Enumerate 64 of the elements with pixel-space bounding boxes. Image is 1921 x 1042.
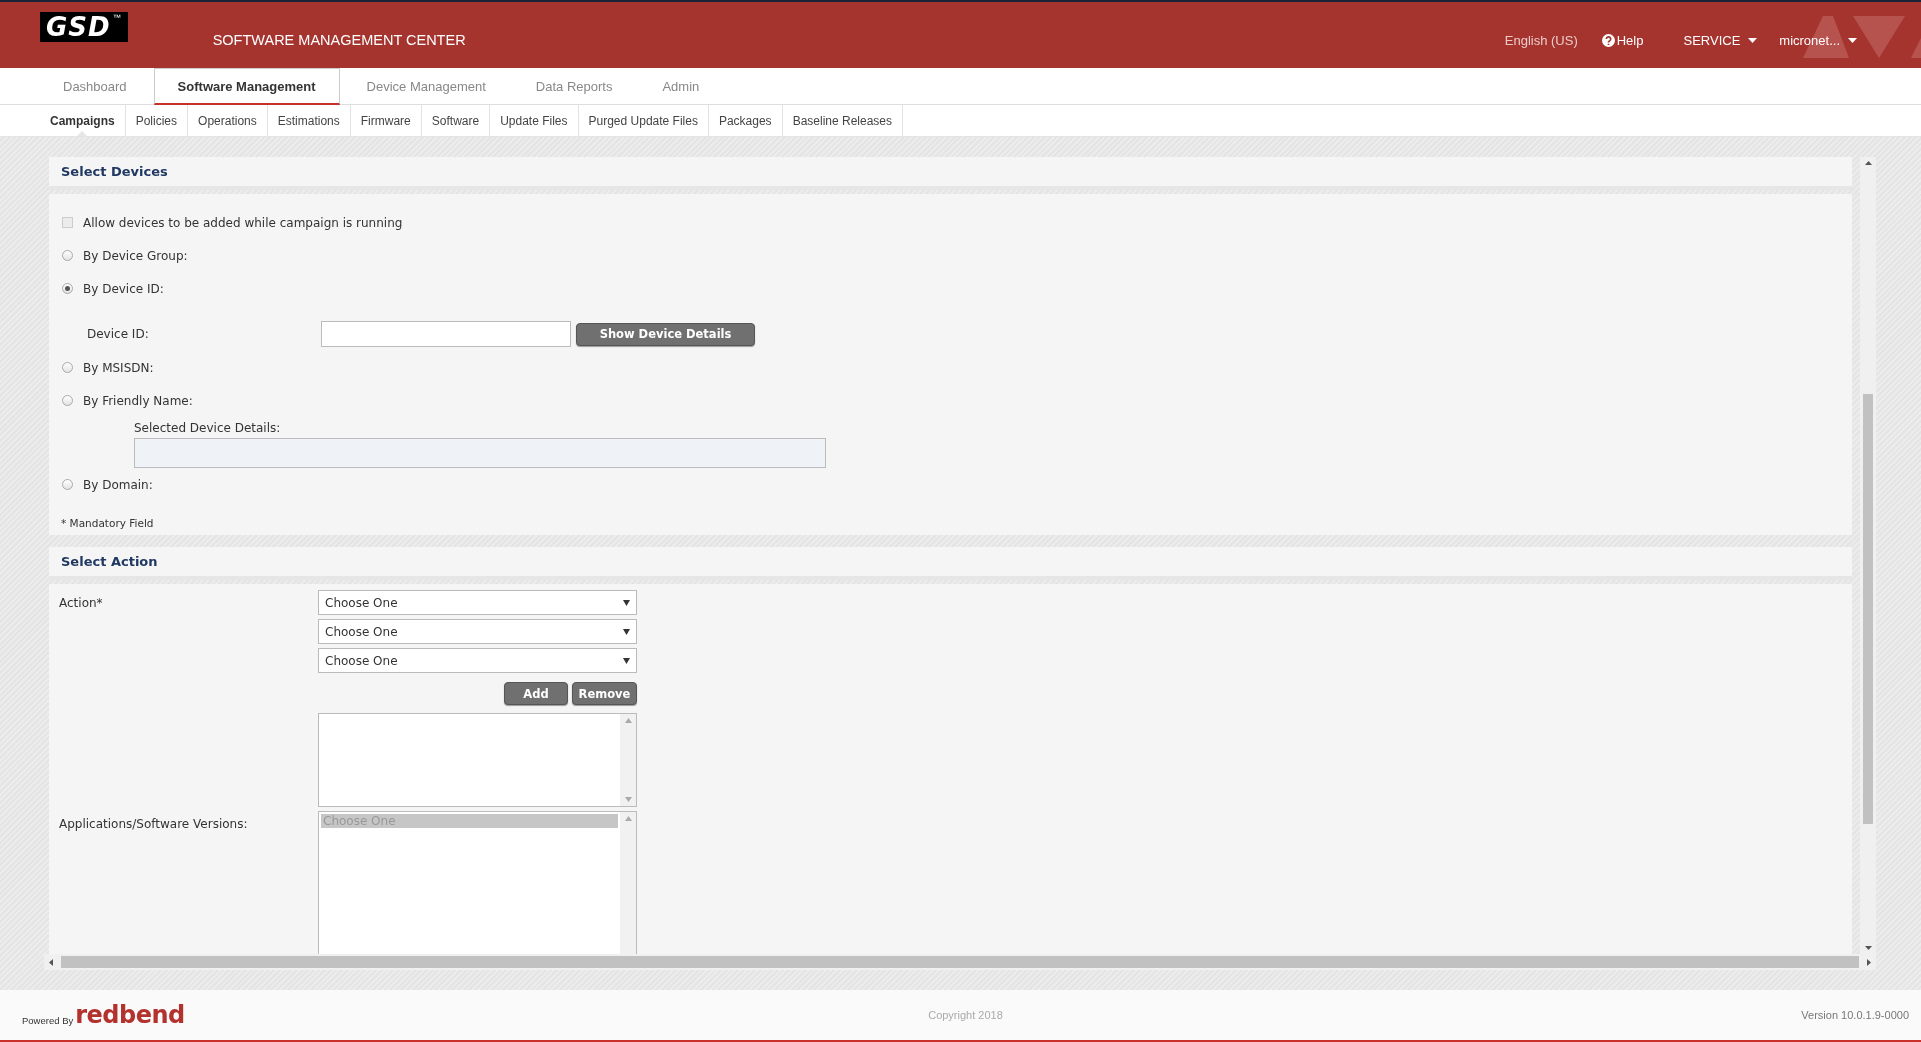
- subnav-tab[interactable]: Firmware: [350, 105, 422, 136]
- radio-button[interactable]: [62, 283, 73, 294]
- radio-label: By Friendly Name:: [83, 393, 193, 408]
- checkbox[interactable]: [62, 217, 73, 228]
- field-label: Selected Device Details:: [134, 421, 282, 435]
- language-selector[interactable]: English (US): [1504, 32, 1578, 48]
- section-title: Select Action: [61, 554, 158, 569]
- radio-label: By Device Group:: [83, 248, 188, 263]
- dropdown-arrow-icon: [623, 599, 630, 606]
- user-menu[interactable]: micronet...: [1779, 32, 1857, 48]
- radio-button[interactable]: [62, 362, 73, 373]
- section-title: Select Devices: [61, 164, 168, 179]
- show-details-button[interactable]: Show Device Details: [576, 322, 755, 346]
- scrollbar[interactable]: [620, 812, 636, 954]
- scroll-left-arrow-icon[interactable]: [48, 958, 55, 966]
- nav-tab[interactable]: Admin: [639, 68, 723, 104]
- dropdown[interactable]: Choose One: [318, 590, 637, 615]
- subnav-tab[interactable]: Estimations: [267, 105, 351, 136]
- field-label: Applications/Software Versions:: [59, 816, 249, 833]
- subnav-tab[interactable]: Purged Update Files: [578, 105, 709, 136]
- dropdown-arrow-icon: [623, 657, 630, 664]
- horizontal-scrollbar[interactable]: [44, 954, 1876, 970]
- subnav-tab[interactable]: Baseline Releases: [782, 105, 904, 136]
- vertical-scrollbar[interactable]: [1860, 157, 1876, 954]
- radio-label: By Domain:: [83, 477, 153, 492]
- scroll-right-arrow-icon[interactable]: [1865, 958, 1872, 966]
- field-label: Action*: [59, 595, 104, 612]
- radio-button[interactable]: [62, 395, 73, 406]
- caret-icon: [1848, 37, 1857, 43]
- caret-icon: [1748, 37, 1758, 43]
- dropdown-arrow-icon: [623, 628, 630, 635]
- list-box[interactable]: [318, 713, 637, 807]
- scroll-down-arrow-icon[interactable]: [1864, 944, 1872, 951]
- logo: GSD™: [40, 12, 128, 42]
- brand-logo: redbend: [75, 1004, 185, 1026]
- device-id-field[interactable]: [321, 321, 571, 347]
- role-menu[interactable]: SERVICE: [1683, 32, 1758, 48]
- app-title: SOFTWARE MANAGEMENT CENTER: [212, 32, 466, 48]
- action-button[interactable]: Add: [504, 682, 568, 705]
- nav-tab[interactable]: Dashboard: [40, 68, 150, 104]
- dropdown[interactable]: Choose One: [318, 648, 637, 673]
- dropdown[interactable]: Choose One: [318, 619, 637, 644]
- nav-tab[interactable]: Data Reports: [512, 68, 636, 104]
- radio-button[interactable]: [62, 250, 73, 261]
- help-link[interactable]: Help: [1601, 32, 1644, 48]
- subnav-tab[interactable]: Software: [421, 105, 491, 136]
- radio-label: By MSISDN:: [83, 360, 154, 375]
- radio-label: By Device ID:: [83, 281, 164, 296]
- subnav-tab[interactable]: Operations: [188, 105, 268, 136]
- radio-button[interactable]: [62, 479, 73, 490]
- scroll-up-arrow-icon[interactable]: [1864, 160, 1872, 167]
- subnav-tab[interactable]: Campaigns: [40, 105, 126, 136]
- subnav-tab[interactable]: Policies: [125, 105, 189, 136]
- powered-by-text: Powered By: [22, 1015, 74, 1026]
- help-icon: [1601, 33, 1615, 47]
- copyright-text: Copyright 2018: [928, 1009, 1003, 1021]
- field-label: Device ID:: [87, 327, 150, 341]
- mandatory-note: * Mandatory Field: [60, 516, 155, 529]
- version-text: Version 10.0.1.9-0000: [1801, 1009, 1909, 1021]
- nav-tab[interactable]: Device Management: [343, 68, 509, 104]
- subnav-tab[interactable]: Update Files: [490, 105, 579, 136]
- checkbox-label: Allow devices to be added while campaign is running: [83, 215, 403, 230]
- action-button[interactable]: Remove: [572, 682, 637, 705]
- subnav-tab[interactable]: Packages: [708, 105, 783, 136]
